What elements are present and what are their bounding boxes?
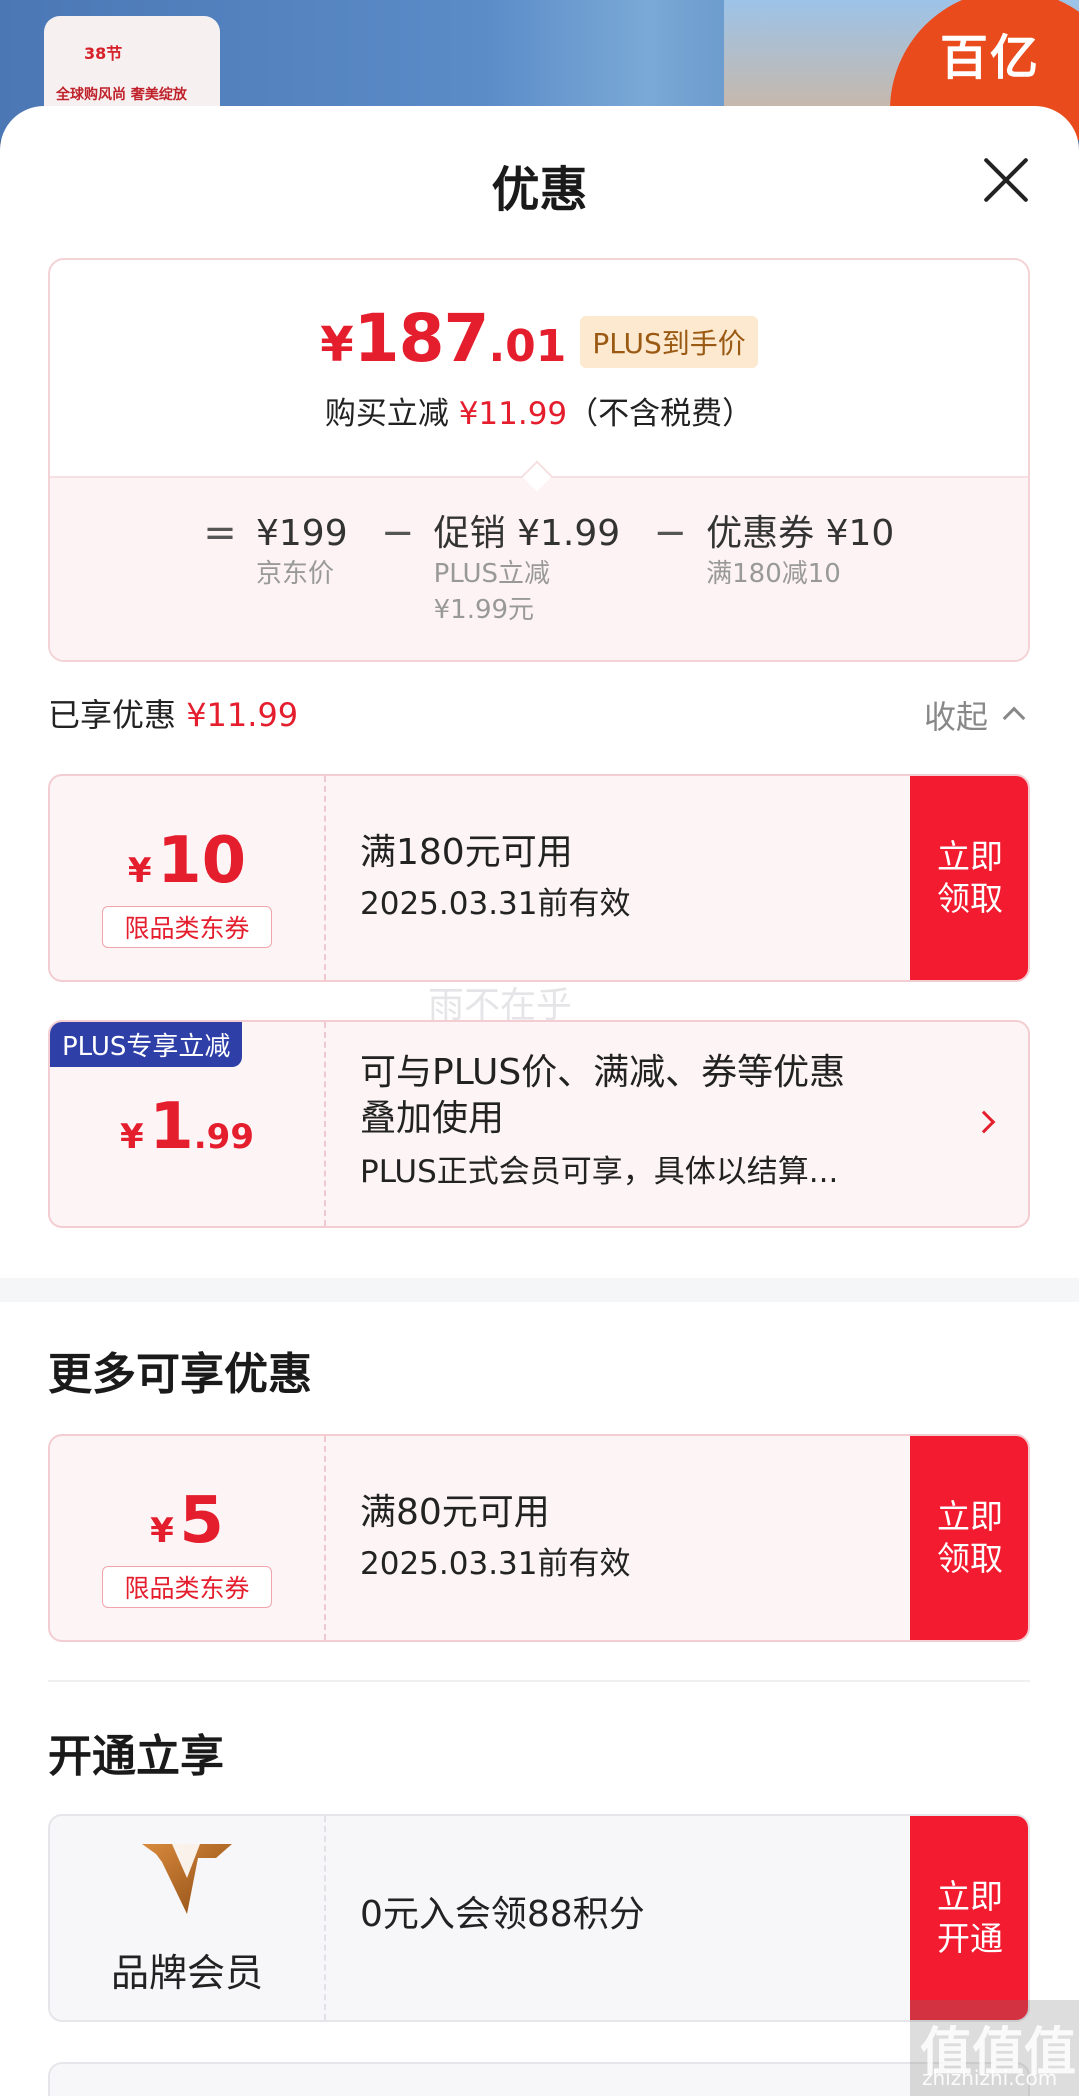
plus-currency: ¥ [119, 1117, 144, 1157]
calc-label-2: ¥1.99元 [433, 595, 535, 625]
coupon-number: 5 [179, 1484, 224, 1558]
plus-price-tag: PLUS到手价 [580, 315, 758, 368]
savings-row: 购买立减 ¥11.99（不含税费） [50, 388, 1028, 433]
background-caption: 全球购风尚 奢美绽放 [56, 87, 187, 103]
coupon-type-tag: 限品类东券 [102, 1566, 272, 1608]
savings-prefix: 购买立减 [324, 396, 449, 432]
discount-sheet: 优惠 ¥ 187 .01 PLUS到手价 购买立减 ¥11.99（不含税费） =… [0, 106, 1079, 2096]
coupon-divider [324, 776, 326, 980]
calc-value: ¥199 [256, 513, 348, 554]
plus-decimal: .99 [193, 1117, 254, 1157]
claim-button-label: 立即 领取 [937, 1496, 1003, 1580]
claim-line-1: 立即 [937, 1497, 1003, 1536]
plus-number: 1 [149, 1090, 194, 1164]
coupon-amount: ¥ 10 [50, 824, 324, 898]
claim-coupon-button[interactable]: 立即 领取 [910, 776, 1028, 980]
enjoyed-amount: ¥11.99 [186, 696, 299, 734]
join-line-2: 开通 [937, 1919, 1003, 1958]
coupon-amount: ¥ 5 [50, 1484, 324, 1558]
price-calc-row: = ¥199 京东价 − 促销 ¥1.99 PLUS立减 ¥1.99元 − 优惠… [198, 510, 922, 628]
join-line-1: 立即 [937, 1877, 1003, 1916]
chevron-up-icon[interactable] [1002, 706, 1026, 730]
chevron-right-icon[interactable] [972, 1110, 996, 1134]
price-decimal: .01 [488, 321, 567, 372]
coupon-card: ¥ 10 限品类东券 满180元可用 2025.03.31前有效 立即 领取 [48, 774, 1030, 982]
savings-suffix: （不含税费） [567, 396, 754, 432]
plus-note: PLUS正式会员可享，具体以结算... [360, 1154, 839, 1190]
coupon-type-tag: 限品类东券 [102, 906, 272, 948]
background-promo-text: 百亿 [940, 30, 1041, 86]
brand-logo-area: 品牌会员 [50, 1816, 324, 2020]
enjoyed-label: 已享优惠 [48, 696, 177, 734]
coupon-currency: ¥ [127, 851, 152, 891]
more-discounts-title: 更多可享优惠 [48, 1349, 312, 1400]
claim-line-1: 立即 [937, 837, 1003, 876]
plus-amount: ¥ 1.99 [50, 1090, 324, 1164]
calc-label: 满180减10 [706, 559, 841, 589]
coupon-expiry: 2025.03.31前有效 [360, 886, 631, 922]
final-price-row: ¥ 187 .01 PLUS到手价 [50, 300, 1028, 377]
brand-membership-card: 品牌会员 0元入会领88积分 立即 开通 [48, 1814, 1030, 2022]
equals-sign: = [203, 510, 237, 556]
claim-line-2: 领取 [937, 1539, 1003, 1578]
coupon-value-area: ¥ 10 限品类东券 [50, 776, 324, 980]
next-card-partial [48, 2062, 1030, 2096]
claim-line-2: 领取 [937, 879, 1003, 918]
coupon-expiry: 2025.03.31前有效 [360, 1546, 631, 1582]
calc-value: 促销 ¥1.99 [433, 513, 621, 554]
claim-coupon-button[interactable]: 立即 领取 [910, 1436, 1028, 1640]
sheet-title: 优惠 [491, 162, 588, 218]
price-integer: 187 [353, 300, 490, 377]
plus-discount-card[interactable]: ¥ 1.99 PLUS专享立减 可与PLUS价、满减、券等优惠 叠加使用 PLU… [48, 1020, 1030, 1228]
enjoyed-discount: 已享优惠 ¥11.99 [48, 690, 298, 736]
claim-button-label: 立即 领取 [937, 836, 1003, 920]
calc-jd-price: ¥199 京东价 [256, 512, 348, 592]
brand-v-logo-icon [142, 1844, 232, 1914]
section-divider [48, 1680, 1030, 1682]
plus-desc-line-2: 叠加使用 [360, 1098, 505, 1139]
plus-description: 可与PLUS价、满减、券等优惠 叠加使用 [360, 1050, 845, 1142]
coupon-card: ¥ 5 限品类东券 满80元可用 2025.03.31前有效 立即 领取 [48, 1434, 1030, 1642]
membership-title: 开通立享 [48, 1731, 224, 1782]
minus-sign: − [653, 510, 687, 556]
section-gap [0, 1278, 1079, 1302]
calc-promotion: 促销 ¥1.99 PLUS立减 ¥1.99元 [434, 512, 621, 628]
plus-desc-line-1: 可与PLUS价、满减、券等优惠 [360, 1052, 846, 1093]
coupon-currency: ¥ [150, 1511, 174, 1551]
join-button-label: 立即 开通 [937, 1876, 1003, 1960]
coupon-divider [324, 1022, 326, 1226]
close-icon[interactable] [980, 154, 1030, 204]
calc-coupon: 优惠券 ¥10 满180减10 [706, 512, 894, 592]
minus-sign: − [380, 510, 415, 556]
collapse-button[interactable]: 收起 [924, 692, 988, 738]
plus-exclusive-badge: PLUS专享立减 [50, 1022, 243, 1067]
coupon-condition: 满80元可用 [360, 1492, 550, 1533]
join-membership-button[interactable]: 立即 开通 [910, 1816, 1028, 2020]
background-badge: 38节 [84, 44, 123, 63]
brand-membership-name: 品牌会员 [110, 1951, 263, 1995]
coupon-divider [324, 1816, 326, 2020]
coupon-number: 10 [157, 824, 247, 898]
price-summary-box: ¥ 187 .01 PLUS到手价 购买立减 ¥11.99（不含税费） = ¥1… [48, 258, 1030, 662]
coupon-divider [324, 1436, 326, 1640]
calc-label: PLUS立减 [433, 559, 551, 589]
calc-value: 优惠券 ¥10 [706, 513, 895, 554]
savings-amount: ¥11.99 [458, 396, 568, 432]
calc-label: 京东价 [256, 559, 335, 589]
price-currency: ¥ [320, 317, 354, 373]
corner-watermark-url: zhizhizhi.com [922, 2066, 1058, 2090]
coupon-condition: 满180元可用 [360, 832, 573, 873]
coupon-value-area: ¥ 5 限品类东券 [50, 1436, 324, 1640]
membership-benefit: 0元入会领88积分 [360, 1894, 645, 1935]
